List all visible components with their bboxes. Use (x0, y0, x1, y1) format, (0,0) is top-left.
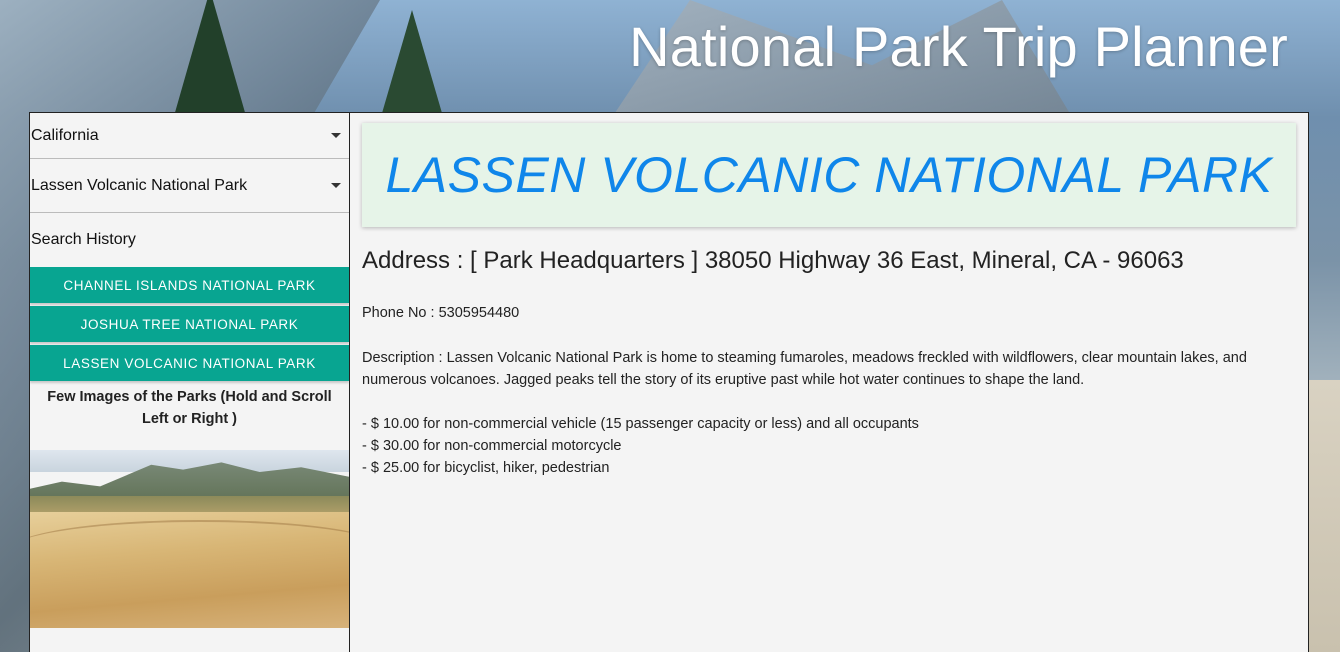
chevron-down-icon (331, 183, 341, 188)
app-title: National Park Trip Planner (629, 15, 1288, 78)
state-select-value: California (31, 126, 99, 144)
images-caption: Few Images of the Parks (Hold and Scroll… (47, 389, 332, 427)
history-item-joshua-tree[interactable]: JOSHUA TREE NATIONAL PARK (30, 306, 349, 342)
background-tree (170, 0, 250, 130)
fee-item: - $ 10.00 for non-commercial vehicle (15… (362, 416, 919, 432)
state-select[interactable]: California (30, 113, 349, 159)
image-dune-ridge (30, 520, 349, 580)
park-address: Address : [ Park Headquarters ] 38050 Hi… (362, 247, 1184, 274)
chevron-down-icon (331, 133, 341, 138)
fee-item: - $ 25.00 for bicyclist, hiker, pedestri… (362, 460, 610, 476)
sidebar: California Lassen Volcanic National Park… (29, 112, 350, 652)
background-tree (380, 10, 444, 120)
park-select[interactable]: Lassen Volcanic National Park (30, 159, 349, 213)
park-description: Description : Lassen Volcanic National P… (362, 350, 1247, 388)
park-image-carousel[interactable] (30, 450, 349, 628)
park-fees: - $ 10.00 for non-commercial vehicle (15… (362, 413, 1296, 479)
history-item-channel-islands[interactable]: CHANNEL ISLANDS NATIONAL PARK (30, 267, 349, 303)
park-select-value: Lassen Volcanic National Park (31, 176, 248, 194)
park-phone: Phone No : 5305954480 (362, 305, 520, 321)
history-item-lassen-volcanic[interactable]: LASSEN VOLCANIC NATIONAL PARK (30, 345, 349, 381)
search-history-label: Search History (31, 231, 136, 248)
fee-item: - $ 30.00 for non-commercial motorcycle (362, 438, 622, 454)
park-title: LASSEN VOLCANIC NATIONAL PARK (385, 147, 1273, 203)
park-header: LASSEN VOLCANIC NATIONAL PARK (362, 123, 1296, 227)
park-details-panel: LASSEN VOLCANIC NATIONAL PARK Address : … (349, 112, 1309, 652)
